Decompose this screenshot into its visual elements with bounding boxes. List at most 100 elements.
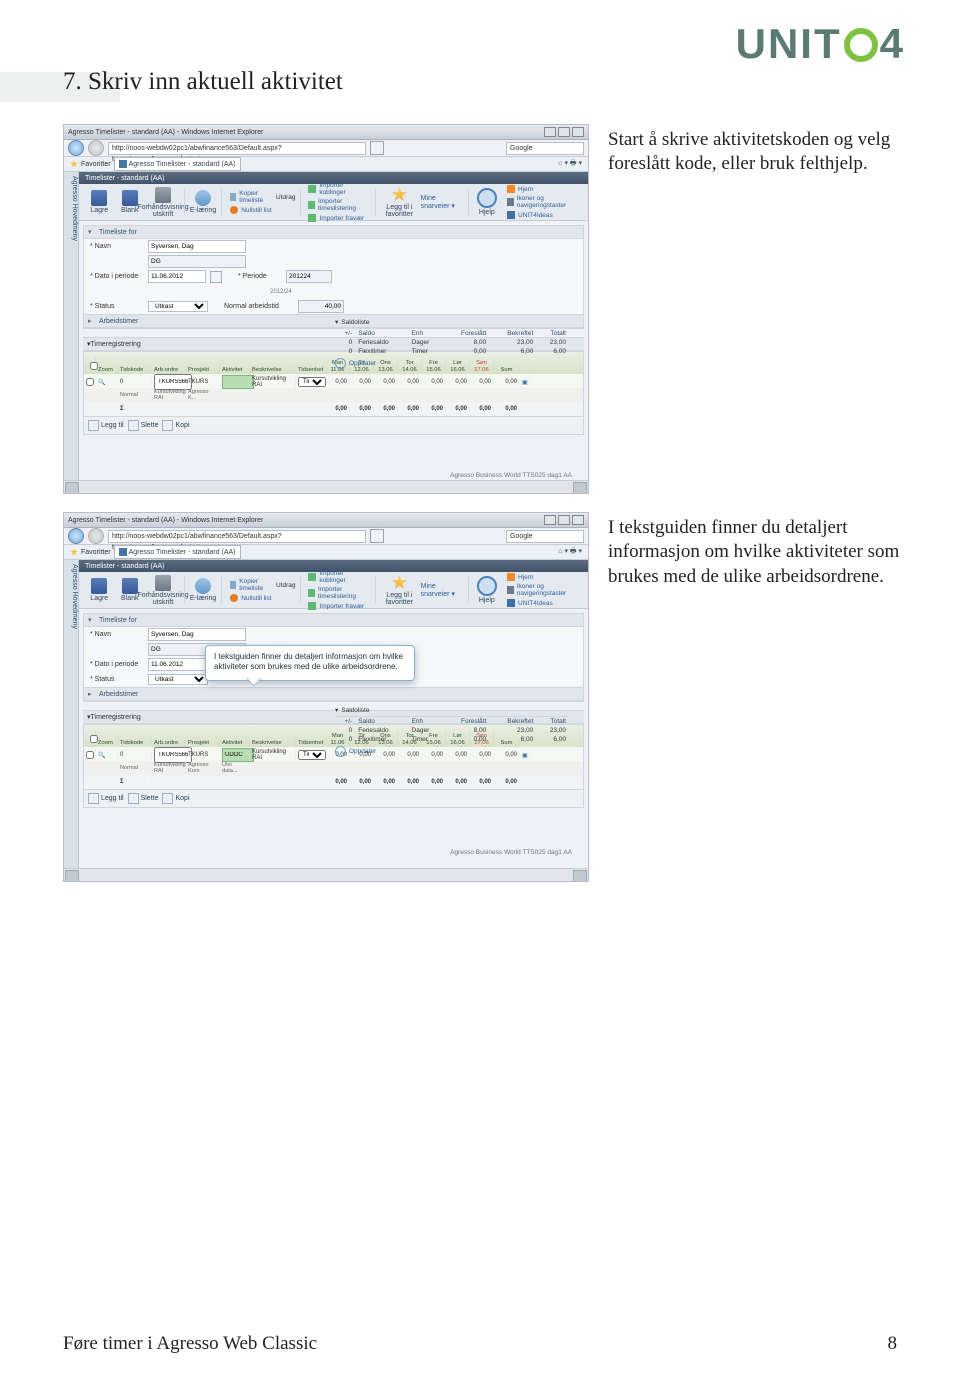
- icons-nav-link[interactable]: Ikoner og navigeringstaster: [507, 583, 582, 597]
- nav-fwd-icon[interactable]: [88, 528, 104, 544]
- blank-icon: [122, 190, 138, 206]
- close-button[interactable]: [572, 127, 584, 137]
- zoom-icon[interactable]: 🔍: [96, 752, 118, 759]
- name-code-input[interactable]: [148, 255, 246, 268]
- nav-back-icon[interactable]: [68, 140, 84, 156]
- row-action-icon[interactable]: ▣: [520, 379, 530, 386]
- save-button[interactable]: Lagre: [85, 578, 114, 602]
- window-controls[interactable]: [544, 127, 584, 137]
- search-field[interactable]: Google: [506, 142, 584, 155]
- elearn-button[interactable]: E-læring: [189, 190, 218, 214]
- copy-row-button[interactable]: Kopi: [162, 793, 189, 804]
- import-links-link[interactable]: Importer koblinger: [308, 182, 371, 196]
- zoom-icon[interactable]: 🔍: [96, 379, 118, 386]
- status-select[interactable]: Utkast: [148, 674, 208, 685]
- import-absence-link[interactable]: Importer fravær: [308, 214, 371, 222]
- ideas-link[interactable]: UNIT4Ideas: [507, 599, 582, 607]
- max-button[interactable]: [558, 127, 570, 137]
- delete-row-button[interactable]: Slette: [128, 793, 159, 804]
- import-timesheet-link[interactable]: Importer timeslistering: [308, 198, 371, 212]
- copy-timesheet-link[interactable]: Kopier timeliste Utdrag: [230, 578, 295, 592]
- elearn-button[interactable]: E-læring: [189, 578, 218, 602]
- url-field[interactable]: http://noos-webdw02pc1/abwfinance563/Def…: [108, 142, 366, 155]
- min-button[interactable]: [544, 515, 556, 525]
- fav-chip-1[interactable]: Agresso Timelister - standard (AA): [114, 545, 241, 559]
- url-field[interactable]: http://noos-webdw02pc1/abwfinance563/Def…: [108, 530, 366, 543]
- name-input[interactable]: [148, 240, 246, 253]
- screenshot-2: Agresso Timelister - standard (AA) - Win…: [63, 512, 589, 882]
- form-panel-header[interactable]: ▾Timeliste for: [84, 614, 583, 627]
- elearn-icon: [195, 190, 211, 206]
- max-button[interactable]: [558, 515, 570, 525]
- nav-back-icon[interactable]: [68, 528, 84, 544]
- update-balance-link[interactable]: Oppdater: [335, 746, 569, 757]
- star-icon[interactable]: [70, 548, 78, 556]
- status-select[interactable]: Utkast: [148, 301, 208, 312]
- close-button[interactable]: [572, 515, 584, 525]
- import-absence-link[interactable]: Importer fravær: [308, 602, 371, 610]
- add-favorite-button[interactable]: Legg til i favoritter: [380, 187, 419, 218]
- calendar-icon[interactable]: [210, 271, 222, 283]
- update-balance-link[interactable]: Oppdater: [335, 358, 569, 369]
- arbeidstimer-header[interactable]: ▸Arbeidstimer: [84, 687, 583, 701]
- add-row-button[interactable]: Legg til: [88, 420, 124, 431]
- ideas-link[interactable]: UNIT4Ideas: [507, 211, 582, 219]
- add-favorite-button[interactable]: Legg til i favoritter: [380, 575, 419, 606]
- instruction-text-1: Start å skrive aktivitetskoden og velg f…: [608, 128, 913, 177]
- screenshot-1: Agresso Timelister - standard (AA) - Win…: [63, 124, 589, 494]
- reset-list-link[interactable]: Nullstill list: [230, 594, 295, 602]
- help-button[interactable]: Hjelp: [473, 576, 502, 604]
- save-button[interactable]: Lagre: [85, 190, 114, 214]
- horizontal-scrollbar[interactable]: [64, 868, 588, 881]
- help-button[interactable]: Hjelp: [473, 188, 502, 216]
- add-row-button[interactable]: Legg til: [88, 793, 124, 804]
- import-links-link[interactable]: Importer koblinger: [308, 570, 371, 584]
- icons-nav-link[interactable]: Ikoner og navigeringstaster: [507, 195, 582, 209]
- balance-panel: ▾ Saldoliste +/- Saldo Enh Foreslått Bek…: [335, 706, 569, 757]
- ie-favorites-bar: Favoritter Agresso Timelister - standard…: [64, 157, 588, 172]
- horizontal-scrollbar[interactable]: [64, 480, 588, 493]
- ie-tools-icons[interactable]: ⌂ ▾ 🖶 ▾: [558, 547, 582, 558]
- twisty-icon: ▾: [335, 706, 338, 714]
- side-menu-vertical[interactable]: Agresso Hovedmeny: [64, 560, 79, 870]
- toolbar-links-col1: Kopier timeliste Utdrag Nullstill list: [230, 578, 295, 602]
- page-heading: 7. Skriv inn aktuell aktivitet: [63, 68, 343, 96]
- print-preview-button[interactable]: Forhåndsvisning utskrift: [146, 187, 180, 218]
- home-link[interactable]: Hjem: [507, 573, 582, 581]
- ie-address-bar: http://noos-webdw02pc1/abwfinance563/Def…: [64, 528, 588, 545]
- refresh-icon[interactable]: [370, 529, 384, 543]
- my-shortcuts-link[interactable]: Mine snarveier ▾: [421, 195, 464, 210]
- window-controls[interactable]: [544, 515, 584, 525]
- table-row[interactable]: 🔍 0 TKURS Kursutvikling RAI Timer 0,00 0…: [84, 374, 583, 388]
- star-icon[interactable]: [70, 160, 78, 168]
- home-link[interactable]: Hjem: [507, 185, 582, 193]
- delete-row-button[interactable]: Slette: [128, 420, 159, 431]
- refresh-small-icon: [335, 746, 346, 757]
- row-checkbox[interactable]: [86, 751, 94, 759]
- copy-row-button[interactable]: Kopi: [162, 420, 189, 431]
- side-menu-vertical[interactable]: Agresso Hovedmeny: [64, 172, 79, 482]
- brand-logo: UNIT 4: [736, 20, 905, 68]
- import-timesheet-link[interactable]: Importer timeslistering: [308, 586, 371, 600]
- search-field[interactable]: Google: [506, 530, 584, 543]
- nav-fwd-icon[interactable]: [88, 140, 104, 156]
- app-toolbar: Lagre Blank Forhåndsvisning utskrift E-l…: [79, 572, 588, 609]
- my-shortcuts-link[interactable]: Mine snarveier ▾: [421, 583, 464, 598]
- ie-tools-icons[interactable]: ⌂ ▾ 🖶 ▾: [558, 159, 582, 170]
- period-input: [286, 270, 332, 283]
- name-input[interactable]: [148, 628, 246, 641]
- tids-select[interactable]: Timer: [298, 377, 326, 387]
- form-panel-header[interactable]: ▾Timeliste for: [84, 226, 583, 239]
- min-button[interactable]: [544, 127, 556, 137]
- row-checkbox[interactable]: [86, 378, 94, 386]
- fav-chip-1[interactable]: Agresso Timelister - standard (AA): [114, 157, 241, 171]
- refresh-icon[interactable]: [370, 141, 384, 155]
- agresso-icon: [119, 548, 127, 556]
- date-input[interactable]: [148, 658, 206, 671]
- plus-icon: [88, 793, 99, 804]
- reset-list-link[interactable]: Nullstill list: [230, 206, 295, 214]
- date-input[interactable]: [148, 270, 206, 283]
- copy-timesheet-link[interactable]: Kopier timeliste Utdrag: [230, 190, 295, 204]
- print-preview-button[interactable]: Forhåndsvisning utskrift: [146, 575, 180, 606]
- tids-select[interactable]: Timer: [298, 750, 326, 760]
